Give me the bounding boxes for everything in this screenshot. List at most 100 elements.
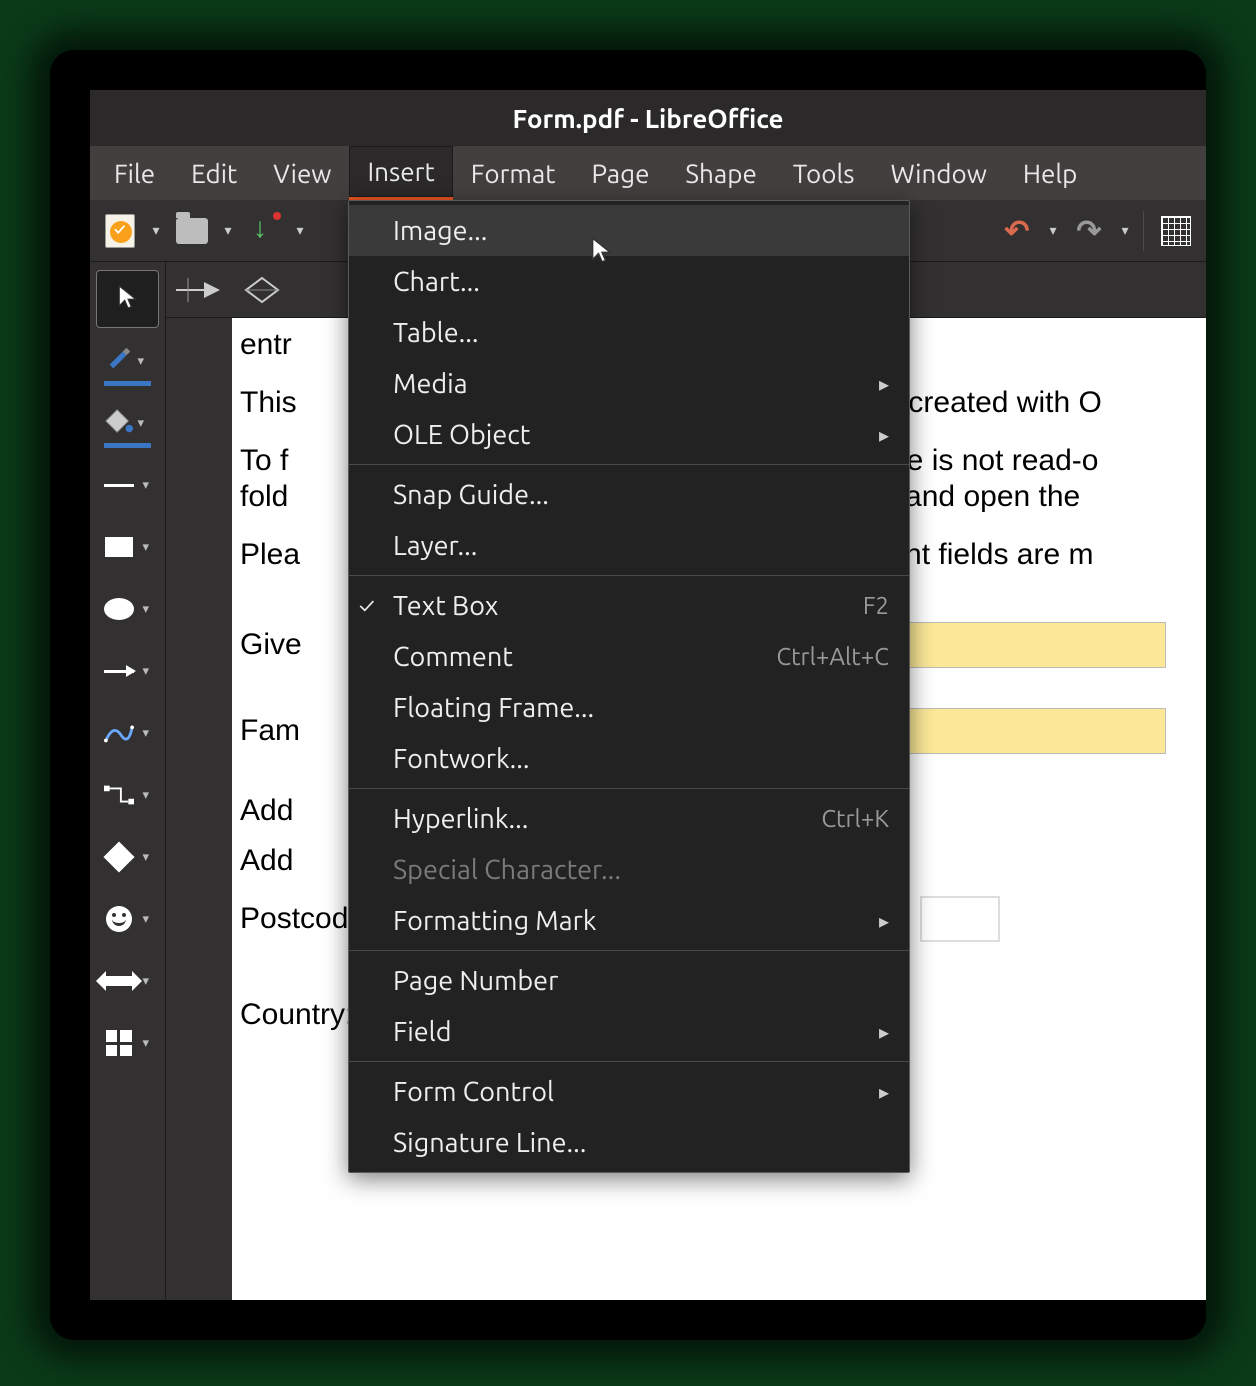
- menu-item-form-control[interactable]: Form Control▸: [349, 1066, 909, 1117]
- ellipse-icon: [104, 598, 134, 620]
- window-title: Form.pdf - LibreOffice: [512, 104, 783, 133]
- new-document-dropdown[interactable]: ▾: [148, 222, 164, 239]
- menu-shortcut: F2: [863, 592, 889, 619]
- menu-file[interactable]: File: [96, 146, 173, 200]
- menu-separator: [349, 575, 909, 576]
- basic-shapes-tool[interactable]: ▾: [90, 826, 165, 888]
- menu-item-media[interactable]: Media▸: [349, 358, 909, 409]
- menu-view[interactable]: View: [255, 146, 349, 200]
- redo-dropdown[interactable]: ▾: [1117, 222, 1133, 239]
- menu-item-chart[interactable]: Chart...: [349, 256, 909, 307]
- menu-item-page-number[interactable]: Page Number: [349, 955, 909, 1006]
- line-tool[interactable]: ▾: [90, 454, 165, 516]
- menu-item-table[interactable]: Table...: [349, 307, 909, 358]
- menu-shortcut: Ctrl+K: [821, 805, 889, 832]
- menu-shape[interactable]: Shape: [667, 146, 774, 200]
- menu-item-field[interactable]: Field▸: [349, 1006, 909, 1057]
- pen-icon: [104, 344, 134, 378]
- menu-item-label: Hyperlink...: [393, 804, 821, 834]
- undo-dropdown[interactable]: ▾: [1045, 222, 1061, 239]
- menu-item-text-box[interactable]: ✓Text BoxF2: [349, 580, 909, 631]
- chevron-down-icon: ▾: [143, 788, 157, 803]
- chevron-down-icon: ▾: [143, 726, 157, 741]
- menu-item-formatting-mark[interactable]: Formatting Mark▸: [349, 895, 909, 946]
- save-button[interactable]: [242, 209, 286, 253]
- window-frame: Form.pdf - LibreOffice FileEditViewInser…: [50, 50, 1206, 1340]
- app-window: Form.pdf - LibreOffice FileEditViewInser…: [90, 90, 1206, 1300]
- open-dropdown[interactable]: ▾: [220, 222, 236, 239]
- chevron-down-icon: ▾: [296, 222, 303, 239]
- menu-item-image[interactable]: Image...: [349, 205, 909, 256]
- menu-item-signature-line[interactable]: Signature Line...: [349, 1117, 909, 1168]
- connector-tool[interactable]: ▾: [90, 764, 165, 826]
- menu-item-label: Layer...: [393, 531, 889, 561]
- chevron-down-icon: ▾: [143, 478, 157, 493]
- chevron-down-icon: ▾: [143, 850, 157, 865]
- menu-tools[interactable]: Tools: [775, 146, 873, 200]
- ellipse-tool[interactable]: ▾: [90, 578, 165, 640]
- menu-window[interactable]: Window: [873, 146, 1005, 200]
- menu-item-label: Text Box: [393, 591, 863, 621]
- menu-item-special-character: Special Character...: [349, 844, 909, 895]
- menu-edit[interactable]: Edit: [173, 146, 255, 200]
- chevron-down-icon: ▾: [143, 1036, 157, 1051]
- menu-item-label: Formatting Mark: [393, 906, 879, 936]
- arrow-line-tool[interactable]: ▾: [90, 640, 165, 702]
- given-name-input[interactable]: [906, 622, 1166, 668]
- chevron-down-icon: ▾: [152, 222, 159, 239]
- menu-item-floating-frame[interactable]: Floating Frame...: [349, 682, 909, 733]
- open-button[interactable]: [170, 209, 214, 253]
- chevron-down-icon: ▾: [1049, 222, 1056, 239]
- line-color-tool[interactable]: ▾: [90, 330, 165, 392]
- grid-icon: [1161, 216, 1191, 246]
- select-tool[interactable]: [96, 270, 159, 328]
- rectangle-tool[interactable]: ▾: [90, 516, 165, 578]
- side-toolbar: ▾ ▾ ▾ ▾ ▾ ▾ ▾ ▾ ▾ ▾ ▾ ▾: [90, 262, 166, 1300]
- diamond-icon: [103, 841, 134, 872]
- chevron-down-icon: ▾: [138, 354, 152, 369]
- menu-item-fontwork[interactable]: Fontwork...: [349, 733, 909, 784]
- submenu-arrow-icon: ▸: [879, 909, 889, 933]
- curve-icon: [99, 713, 139, 753]
- menu-item-label: Special Character...: [393, 855, 889, 885]
- ruler-icon: [176, 272, 376, 308]
- grid-button[interactable]: [1154, 209, 1198, 253]
- chevron-down-icon: ▾: [143, 540, 157, 555]
- curve-tool[interactable]: ▾: [90, 702, 165, 764]
- arrow-icon: [104, 670, 134, 673]
- toolbar-separator: [1143, 211, 1144, 251]
- new-document-button[interactable]: [98, 209, 142, 253]
- save-dropdown[interactable]: ▾: [292, 222, 308, 239]
- smiley-icon: [106, 906, 132, 932]
- menu-format[interactable]: Format: [453, 146, 574, 200]
- menu-item-snap-guide[interactable]: Snap Guide...: [349, 469, 909, 520]
- menu-shortcut: Ctrl+Alt+C: [776, 643, 889, 670]
- bucket-icon: [104, 406, 134, 440]
- menu-bar: FileEditViewInsertFormatPageShapeToolsWi…: [90, 146, 1206, 200]
- menu-item-layer[interactable]: Layer...: [349, 520, 909, 571]
- symbol-shapes-tool[interactable]: ▾: [90, 888, 165, 950]
- redo-icon: ↷: [1076, 213, 1101, 249]
- flowchart-tool[interactable]: ▾: [90, 1012, 165, 1074]
- document-icon: [105, 214, 135, 248]
- menu-item-comment[interactable]: CommentCtrl+Alt+C: [349, 631, 909, 682]
- city-input[interactable]: [920, 896, 1000, 942]
- menu-item-hyperlink[interactable]: Hyperlink...Ctrl+K: [349, 793, 909, 844]
- chevron-down-icon: ▾: [1121, 222, 1128, 239]
- menu-item-ole-object[interactable]: OLE Object▸: [349, 409, 909, 460]
- insert-menu-dropdown: Image...Chart...Table...Media▸OLE Object…: [348, 200, 910, 1173]
- block-arrows-tool[interactable]: ▾: [90, 950, 165, 1012]
- fill-color-tool[interactable]: ▾: [90, 392, 165, 454]
- save-icon: [249, 216, 279, 246]
- submenu-arrow-icon: ▸: [879, 372, 889, 396]
- menu-help[interactable]: Help: [1005, 146, 1096, 200]
- menu-item-label: Field: [393, 1017, 879, 1047]
- family-name-input[interactable]: [906, 708, 1166, 754]
- menu-insert[interactable]: Insert: [349, 146, 452, 200]
- undo-icon: ↶: [1004, 213, 1029, 249]
- folder-icon: [176, 218, 208, 244]
- menu-item-label: Snap Guide...: [393, 480, 889, 510]
- redo-button[interactable]: ↷: [1067, 209, 1111, 253]
- undo-button[interactable]: ↶: [995, 209, 1039, 253]
- menu-page[interactable]: Page: [573, 146, 667, 200]
